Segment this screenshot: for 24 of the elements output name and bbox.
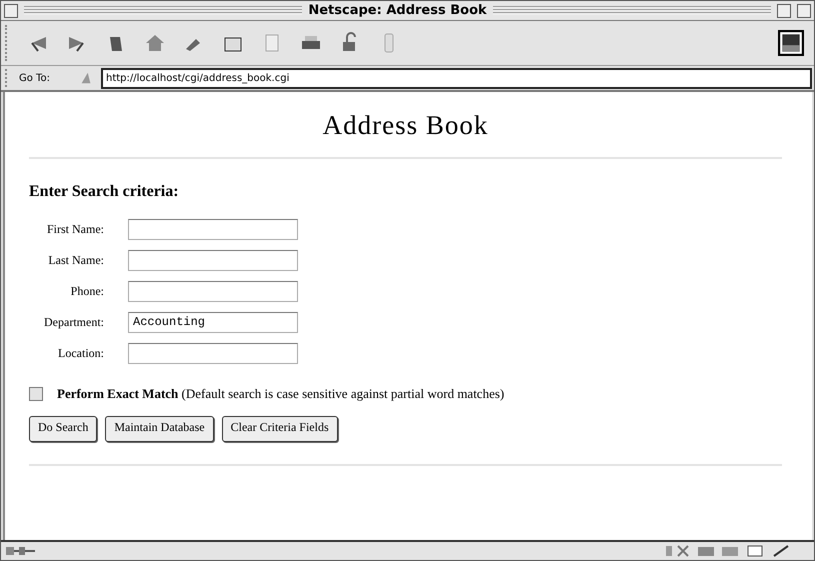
collapse-box[interactable] <box>797 4 812 18</box>
field-label: Department: <box>43 315 104 330</box>
checkbox[interactable] <box>29 387 43 401</box>
field-label: First Name: <box>46 222 104 237</box>
section-title: Enter Search criteria: <box>29 183 180 201</box>
field-label: Location: <box>57 346 104 361</box>
page-heading: Address Book <box>322 110 490 141</box>
text-field[interactable] <box>128 250 298 271</box>
option-label: Perform Exact Match (Default search is case sensitive against partial word matches) <box>57 386 504 402</box>
location-label: Go To: <box>19 72 51 84</box>
text-field[interactable] <box>128 219 298 240</box>
form-button[interactable]: Do Search <box>29 416 98 442</box>
window-title: Netscape: Address Book <box>308 3 487 18</box>
form-button[interactable]: Clear Criteria Fields <box>222 416 338 442</box>
url-field[interactable]: http://localhost/cgi/address_book.cgi <box>101 68 812 88</box>
field-label: Phone: <box>70 284 104 299</box>
text-field[interactable] <box>128 281 298 302</box>
form-button[interactable]: Maintain Database <box>105 416 214 442</box>
logo-icon[interactable] <box>778 30 804 56</box>
text-field[interactable]: Accounting <box>128 312 298 333</box>
zoom-box[interactable] <box>777 4 792 18</box>
close-box[interactable] <box>4 4 18 18</box>
text-field[interactable] <box>128 343 298 364</box>
field-label: Last Name: <box>47 253 104 268</box>
